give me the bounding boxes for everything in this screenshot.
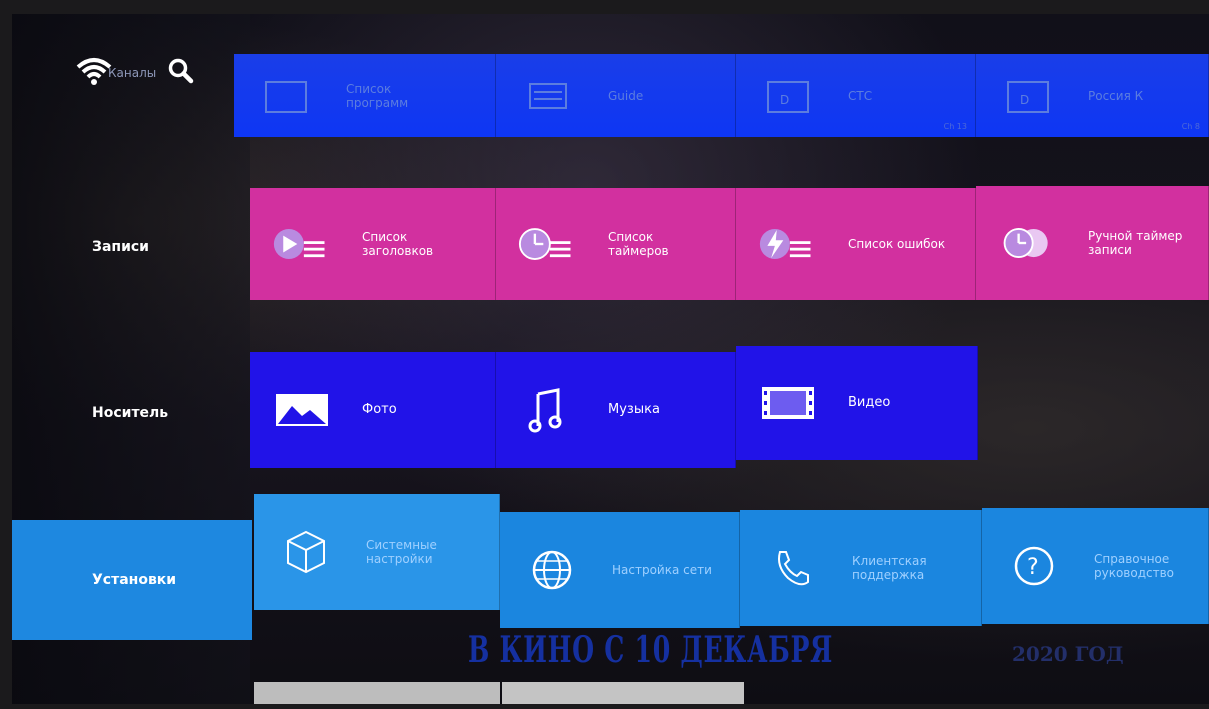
channel-icon: D xyxy=(998,72,1058,120)
tile-label: Справочное руководство xyxy=(1094,552,1175,580)
tile-photo[interactable]: Фото xyxy=(250,352,496,468)
tile-program-list[interactable]: Список программ xyxy=(234,54,496,137)
tv-screen: Каналы Записи Носитель Установки Список … xyxy=(12,14,1209,704)
tile-label: Ручной таймер записи xyxy=(1088,229,1183,257)
music-icon xyxy=(518,386,578,434)
bottom-tile-edge xyxy=(254,682,500,704)
tile-label: Настройка сети xyxy=(612,563,712,577)
tile-label: Системные настройки xyxy=(366,538,437,566)
tile-label: Список программ xyxy=(346,81,409,110)
background-banner: В КИНО С 10 ДЕКАБРЯ xyxy=(468,629,834,671)
channel-icon: D xyxy=(758,72,818,120)
tile-music[interactable]: Музыка xyxy=(496,352,736,468)
help-icon: ? xyxy=(1004,542,1064,590)
sidebar-item-media[interactable]: Носитель xyxy=(12,388,252,438)
tile-label: Видео xyxy=(848,395,891,410)
bottom-tile-edge xyxy=(502,682,744,704)
tile-label: Guide xyxy=(608,88,644,103)
channels-label: Каналы xyxy=(108,66,157,80)
background-year: 2020 ГОД xyxy=(1012,642,1124,666)
tile-customer-support[interactable]: Клиентская поддержка xyxy=(740,510,982,626)
timer-list-icon xyxy=(518,220,578,268)
svg-text:D: D xyxy=(780,93,789,107)
wifi-icon xyxy=(76,56,112,90)
tile-error-list[interactable]: Список ошибок xyxy=(736,188,976,300)
manual-timer-icon xyxy=(998,219,1058,267)
tile-guide[interactable]: Guide xyxy=(496,54,736,137)
cube-icon xyxy=(276,528,336,576)
tv-guide-icon xyxy=(256,72,316,120)
sidebar-item-recordings[interactable]: Записи xyxy=(12,222,252,272)
tile-label: Фото xyxy=(362,402,397,417)
guide-icon xyxy=(518,72,578,120)
tile-channel-russia-k[interactable]: D Россия К Ch 8 xyxy=(976,54,1209,137)
status-bar: Каналы xyxy=(76,56,194,90)
channel-number: Ch 8 xyxy=(1181,122,1200,131)
tile-system-settings[interactable]: Системные настройки xyxy=(254,494,500,610)
tile-video[interactable]: Видео xyxy=(736,346,978,460)
channel-number: Ch 13 xyxy=(943,122,967,131)
svg-text:D: D xyxy=(1020,93,1029,107)
tile-label: Музыка xyxy=(608,402,660,417)
tile-label: Клиентская поддержка xyxy=(852,554,927,582)
tile-label: Список заголовков xyxy=(362,230,434,258)
globe-icon xyxy=(522,546,582,594)
tile-network-settings[interactable]: Настройка сети xyxy=(500,512,740,628)
tile-label: Список таймеров xyxy=(608,230,669,258)
error-list-icon xyxy=(758,220,818,268)
tile-manual-timer[interactable]: Ручной таймер записи xyxy=(976,186,1209,300)
tile-help-guide[interactable]: ? Справочное руководство xyxy=(982,508,1209,624)
phone-icon xyxy=(762,544,822,592)
svg-text:?: ? xyxy=(1027,555,1039,580)
sidebar-item-label: Носитель xyxy=(92,405,169,421)
tile-title-list[interactable]: Список заголовков xyxy=(250,188,496,300)
video-icon xyxy=(758,379,818,427)
photo-icon xyxy=(272,386,332,434)
sidebar-item-settings[interactable]: Установки xyxy=(12,520,252,640)
sidebar-item-label: Установки xyxy=(92,572,177,588)
play-list-icon xyxy=(272,220,332,268)
tile-channel-sts[interactable]: D СТС Ch 13 xyxy=(736,54,976,137)
search-icon[interactable] xyxy=(168,58,194,88)
tile-timer-list[interactable]: Список таймеров xyxy=(496,188,736,300)
tile-label: Россия К xyxy=(1088,88,1144,103)
tile-label: Список ошибок xyxy=(848,237,946,251)
sidebar-item-label: Записи xyxy=(92,239,149,255)
tile-label: СТС xyxy=(848,88,873,103)
